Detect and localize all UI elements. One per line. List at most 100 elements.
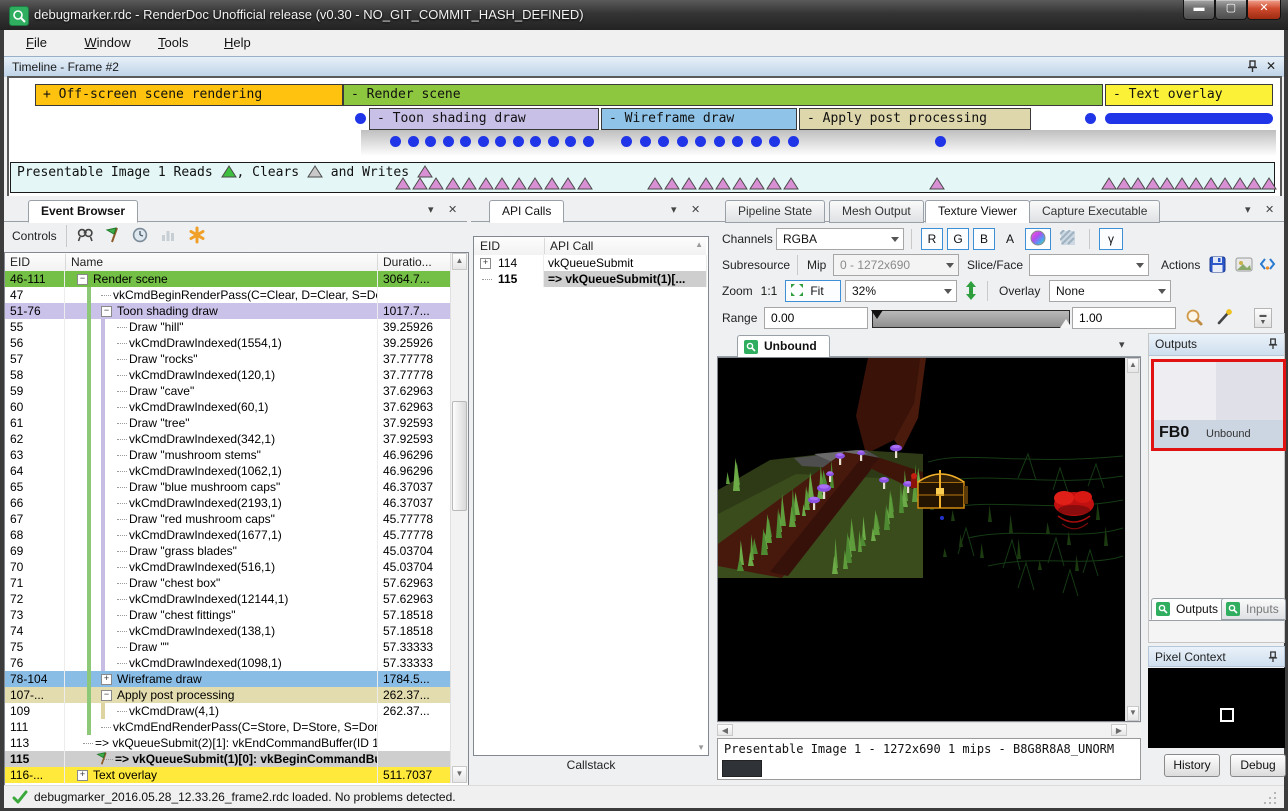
col-api-call[interactable]: API Call [550,239,593,253]
api-call-row[interactable]: 115=> vkQueueSubmit(1)[... [474,271,706,287]
event-row[interactable]: 113=> vkQueueSubmit(2)[1]: vkEndCommandB… [5,735,451,751]
tree-expand-icon[interactable]: + [101,674,112,685]
event-row[interactable]: 78-104+Wireframe draw1784.5... [5,671,451,687]
timeline-marker-bar[interactable]: - Wireframe draw [601,108,797,130]
timeline-marker-bar[interactable]: - Toon shading draw [369,108,599,130]
channel-red-button[interactable]: R [921,228,943,250]
tab-outputs[interactable]: Outputs [1151,598,1227,620]
event-row[interactable]: 74vkCmdDrawIndexed(138,1)57.18518 [5,623,451,639]
scrollbar-thumb[interactable] [452,401,467,511]
settings-star-icon[interactable] [188,226,206,247]
timeline-draw-dot[interactable] [355,113,366,124]
event-row[interactable]: 65Draw "blue mushroom caps"46.37037 [5,479,451,495]
dock-close-icon[interactable]: ✕ [448,204,457,216]
range-max-field[interactable]: 1.00 [1072,307,1176,329]
event-row[interactable]: 64vkCmdDrawIndexed(1062,1)46.96296 [5,463,451,479]
overlay-combo[interactable]: None [1049,280,1171,302]
timeline-marker-bar[interactable]: - Apply post processing [799,108,1031,130]
col-eid[interactable]: EID [480,239,500,253]
sliceface-combo[interactable] [1029,254,1149,276]
timeline-draw-dot[interactable] [769,136,780,147]
pin-icon[interactable] [1268,338,1278,353]
event-row[interactable]: 109vkCmdDraw(4,1)262.37... [5,703,451,719]
fb0-thumbnail[interactable]: FB0 Unbound [1151,359,1286,451]
timeline-draw-dot[interactable] [658,136,669,147]
event-row[interactable]: 63Draw "mushroom stems"46.96296 [5,447,451,463]
timeline-draw-dot[interactable] [677,136,688,147]
dock-dropdown-icon[interactable]: ▾ [671,204,677,216]
api-call-row[interactable]: 114+vkQueueSubmit [474,255,706,271]
event-row[interactable]: 76vkCmdDrawIndexed(1098,1)57.33333 [5,655,451,671]
event-list-scrollbar[interactable]: ▲ ▼ [450,253,468,783]
event-row[interactable]: 70vkCmdDrawIndexed(516,1)45.03704 [5,559,451,575]
range-slider[interactable] [872,310,1070,328]
tab-event-browser[interactable]: Event Browser [28,200,138,223]
dock-dropdown-icon[interactable]: ▾ [428,204,434,216]
export-image-icon[interactable] [1235,257,1253,275]
channel-alpha-button[interactable]: A [999,228,1021,250]
tab-pipeline-state[interactable]: Pipeline State [725,200,825,223]
event-row[interactable]: 116-...+Text overlay511.7037 [5,767,451,783]
timeline-draw-dot[interactable] [695,136,706,147]
timeline-draw-dot[interactable] [530,136,541,147]
timeline-draw-dot[interactable] [935,136,946,147]
menu-help[interactable]: Help [218,34,257,52]
event-row[interactable]: 47vkCmdBeginRenderPass(C=Clear, D=Clear,… [5,287,451,303]
time-icon[interactable] [132,227,148,246]
dock-dropdown-icon[interactable]: ▾ [1245,204,1251,216]
scroll-down-icon[interactable]: ▼ [697,743,705,752]
timeline-draw-dot[interactable] [513,136,524,147]
timeline-draw-dot[interactable] [788,136,799,147]
pixel-context-canvas[interactable] [1148,668,1285,748]
zoom-combo[interactable]: 32% [845,280,957,302]
timeline-draw-dot[interactable] [621,136,632,147]
dock-close-icon[interactable]: ✕ [691,204,700,216]
event-row[interactable]: 68vkCmdDrawIndexed(1677,1)45.77778 [5,527,451,543]
event-row[interactable]: 71Draw "chest box"57.62963 [5,575,451,591]
close-icon[interactable]: ✕ [1266,59,1276,73]
event-row[interactable]: 72vkCmdDrawIndexed(12144,1)57.62963 [5,591,451,607]
find-icon[interactable] [76,227,94,246]
mip-combo[interactable]: 0 - 1272x690 [833,254,959,276]
col-duration[interactable]: Duratio... [383,255,432,269]
range-max-handle-icon[interactable] [1060,319,1072,328]
event-row[interactable]: 46-111−Render scene3064.7... [5,271,451,287]
tab-current-texture[interactable]: Unbound [737,335,830,358]
texture-image[interactable] [718,358,1126,658]
event-row[interactable]: 62vkCmdDrawIndexed(342,1)37.92593 [5,431,451,447]
colorwheel-button[interactable] [1025,228,1051,250]
menu-file[interactable]: File [20,34,53,52]
timeline-draw-dot[interactable] [565,136,576,147]
scroll-up-icon[interactable]: ▲ [452,253,467,270]
texture-list-dropdown-icon[interactable]: ▾ [1119,339,1125,351]
maximize-button[interactable]: ▢ [1215,0,1247,20]
timeline-draw-dot[interactable] [408,136,419,147]
channels-combo[interactable]: RGBA [776,228,904,250]
timeline-draw-dot[interactable] [732,136,743,147]
event-row[interactable]: 57Draw "rocks"37.77778 [5,351,451,367]
tab-texture-viewer[interactable]: Texture Viewer [925,200,1030,223]
col-eid[interactable]: EID [10,255,30,269]
texture-image-area[interactable]: ▲ ▼ [717,357,1141,722]
pin-icon[interactable] [1247,60,1258,76]
event-list-header[interactable]: EID Name Duratio... [5,253,450,272]
timeline-draw-dot[interactable] [583,136,594,147]
timeline-draw-pill[interactable] [1105,113,1273,124]
dock-close-icon[interactable]: ✕ [1265,204,1274,216]
event-row[interactable]: 51-76−Toon shading draw1017.7... [5,303,451,319]
timeline-marker-bar[interactable]: - Render scene [343,84,1103,106]
bookmark-flag-icon[interactable] [104,226,122,247]
tree-collapse-icon[interactable]: − [101,690,112,701]
timeline-draw-dot[interactable] [751,136,762,147]
tree-collapse-icon[interactable]: − [77,274,88,285]
timeline-marker-bar[interactable]: - Text overlay [1105,84,1273,106]
alpha-checker-button[interactable] [1055,228,1081,250]
minimize-button[interactable]: ▬ [1183,0,1215,20]
scroll-down-icon[interactable]: ▼ [452,766,467,783]
texture-vscrollbar[interactable]: ▲ ▼ [1125,358,1140,721]
event-row[interactable]: 73Draw "chest fittings"57.18518 [5,607,451,623]
event-row[interactable]: 58vkCmdDrawIndexed(120,1)37.77778 [5,367,451,383]
timeline-draw-dot[interactable] [460,136,471,147]
timeline-draw-dot[interactable] [478,136,489,147]
gamma-button[interactable]: γ [1099,228,1123,250]
